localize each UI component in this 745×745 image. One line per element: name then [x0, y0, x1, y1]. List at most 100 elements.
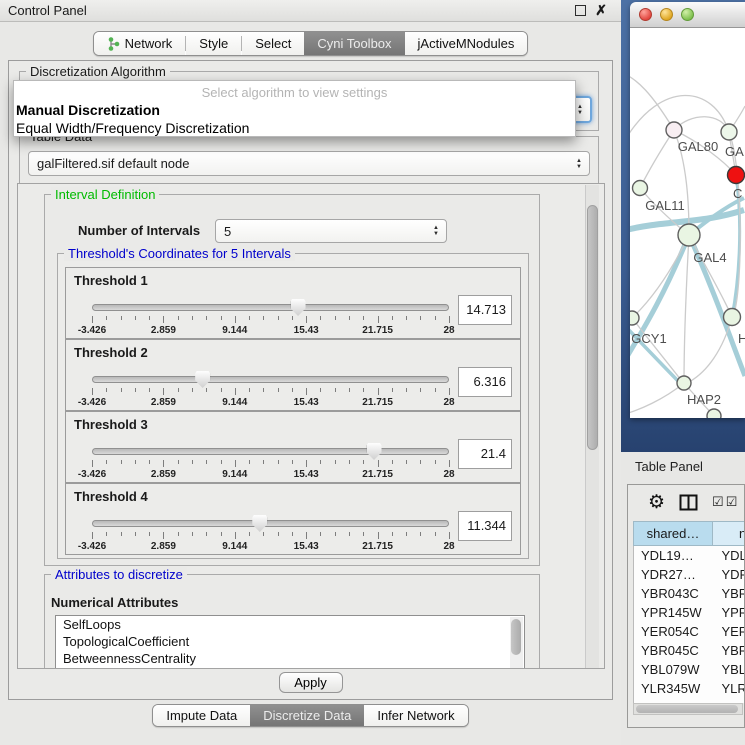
slider-tick: [92, 532, 93, 539]
threshold-2-value-field[interactable]: 6.316: [458, 367, 512, 397]
slider-tick: [363, 460, 364, 464]
threshold-2-slider-thumb[interactable]: [195, 371, 210, 388]
tab-impute-data[interactable]: Impute Data: [153, 705, 250, 726]
threshold-1-value-field[interactable]: 14.713: [458, 295, 512, 325]
column-header-shared-name[interactable]: shared…: [633, 521, 713, 546]
table-row[interactable]: YPR145WYPR1: [634, 603, 745, 622]
table-data-combobox[interactable]: galFiltered.sif default node ▲▼: [28, 151, 590, 176]
close-traffic-light-icon[interactable]: [639, 8, 652, 21]
slider-tick: [92, 460, 93, 467]
slider-tick-label: 15.43: [276, 325, 336, 336]
slider-tick: [335, 532, 336, 536]
threshold-4-value-field[interactable]: 11.344: [458, 511, 512, 541]
threshold-4-label: Threshold 4: [74, 489, 148, 504]
slider-tick: [178, 532, 179, 536]
cell-name: YBL0: [713, 660, 745, 679]
checkbox-icons[interactable]: ☑☑: [712, 494, 739, 510]
list-item[interactable]: SelfLoops: [56, 616, 524, 633]
network-node[interactable]: GAL11: [633, 181, 685, 214]
slider-tick-label: 28: [419, 325, 479, 336]
tab-network[interactable]: Network: [94, 32, 186, 55]
table-row[interactable]: YBR043CYBR0: [634, 584, 745, 603]
network-node[interactable]: GAL80: [666, 122, 718, 154]
threshold-1-slider-track[interactable]: [92, 304, 449, 311]
threshold-3-slider-track[interactable]: [92, 448, 449, 455]
settings-scrollbar[interactable]: [585, 185, 599, 669]
slider-tick-label: 2.859: [133, 325, 193, 336]
slider-tick: [249, 388, 250, 392]
table-panel: ⚙ ☑☑ shared… n YDL19…YDL1YDR27…YDR2YBR04…: [627, 484, 745, 728]
float-window-icon[interactable]: [575, 5, 586, 16]
table-horizontal-scrollbar[interactable]: [633, 703, 743, 715]
table-row[interactable]: YER054CYER0: [634, 622, 745, 641]
slider-tick: [278, 460, 279, 464]
threshold-3-value-field[interactable]: 21.4: [458, 439, 512, 469]
threshold-3-slider-thumb[interactable]: [367, 443, 382, 460]
slider-tick: [149, 316, 150, 320]
network-icon: [107, 37, 120, 51]
slider-tick: [235, 316, 236, 323]
network-window-titlebar[interactable]: [630, 2, 745, 28]
control-panel-titlebar: Control Panel ✗: [0, 0, 621, 22]
close-icon[interactable]: ✗: [595, 4, 607, 16]
column-layout-icon[interactable]: [679, 494, 698, 511]
slider-tick: [106, 316, 107, 320]
network-node[interactable]: HAP2: [677, 376, 721, 407]
slider-tick: [121, 532, 122, 536]
numerical-attributes-label: Numerical Attributes: [51, 595, 178, 610]
threshold-2-slider-track[interactable]: [92, 376, 449, 383]
cyni-discretize-panel: Discretization Algorithm ▲▼ Table Data g…: [8, 60, 613, 700]
network-node[interactable]: [707, 409, 721, 418]
threshold-1-slider-thumb[interactable]: [291, 299, 306, 316]
threshold-4-slider-track[interactable]: [92, 520, 449, 527]
list-item[interactable]: TopologicalCoefficient: [56, 633, 524, 650]
slider-tick-label: 15.43: [276, 541, 336, 552]
slider-tick: [435, 388, 436, 392]
table-row[interactable]: YBR045CYBR0: [634, 641, 745, 660]
cell-name: YBR0: [713, 641, 745, 660]
slider-tick: [178, 460, 179, 464]
tab-select[interactable]: Select: [242, 32, 304, 55]
slider-tick: [221, 532, 222, 536]
slider-tick: [106, 460, 107, 464]
attributes-list-scrollbar[interactable]: [510, 617, 523, 669]
threshold-4-slider-thumb[interactable]: [252, 515, 267, 532]
slider-tick: [135, 316, 136, 320]
column-header-name[interactable]: n: [713, 521, 745, 546]
dropdown-option-equal-width-frequency[interactable]: Equal Width/Frequency Discretization: [14, 119, 575, 137]
tab-cyni-toolbox[interactable]: Cyni Toolbox: [304, 32, 404, 55]
tab-discretize-data[interactable]: Discretize Data: [250, 705, 364, 726]
tab-network-label: Network: [125, 32, 173, 55]
slider-tick-label: 9.144: [205, 541, 265, 552]
network-node-label: GA: [725, 144, 744, 159]
dropdown-option-manual-discretization[interactable]: Manual Discretization: [14, 101, 575, 119]
tab-style[interactable]: Style: [186, 32, 241, 55]
table-row[interactable]: YLR345WYLR3: [634, 679, 745, 698]
slider-tick: [278, 532, 279, 536]
zoom-traffic-light-icon[interactable]: [681, 8, 694, 21]
slider-tick-label: 21.715: [348, 325, 408, 336]
tab-jactivemnodules[interactable]: jActiveMNodules: [405, 32, 528, 55]
network-canvas[interactable]: GAL80GACGAL11GAL4GCY1HHAP2: [630, 28, 745, 418]
slider-tick: [420, 460, 421, 464]
network-node[interactable]: C: [728, 167, 745, 202]
combo-stepper-icon: ▲▼: [433, 225, 439, 237]
threshold-3-panel: Threshold 3 21.4 -3.4262.8599.14415.4321…: [65, 411, 521, 483]
cell-name: YER0: [713, 622, 745, 641]
gear-icon[interactable]: ⚙: [648, 493, 665, 512]
slider-tick: [149, 388, 150, 392]
tab-infer-network[interactable]: Infer Network: [364, 705, 467, 726]
slider-tick: [306, 532, 307, 539]
list-item[interactable]: BetweennessCentrality: [56, 650, 524, 667]
slider-tick: [221, 388, 222, 392]
apply-button[interactable]: Apply: [279, 672, 343, 693]
slider-tick: [449, 532, 450, 539]
slider-tick: [335, 388, 336, 392]
network-node[interactable]: GAL4: [678, 224, 727, 265]
minimize-traffic-light-icon[interactable]: [660, 8, 673, 21]
table-row[interactable]: YDR27…YDR2: [634, 565, 745, 584]
table-row[interactable]: YBL079WYBL0: [634, 660, 745, 679]
table-body: YDL19…YDL1YDR27…YDR2YBR043CYBR0YPR145WYP…: [633, 546, 745, 703]
table-row[interactable]: YDL19…YDL1: [634, 546, 745, 565]
number-of-intervals-combobox[interactable]: 5 ▲▼: [215, 219, 447, 243]
